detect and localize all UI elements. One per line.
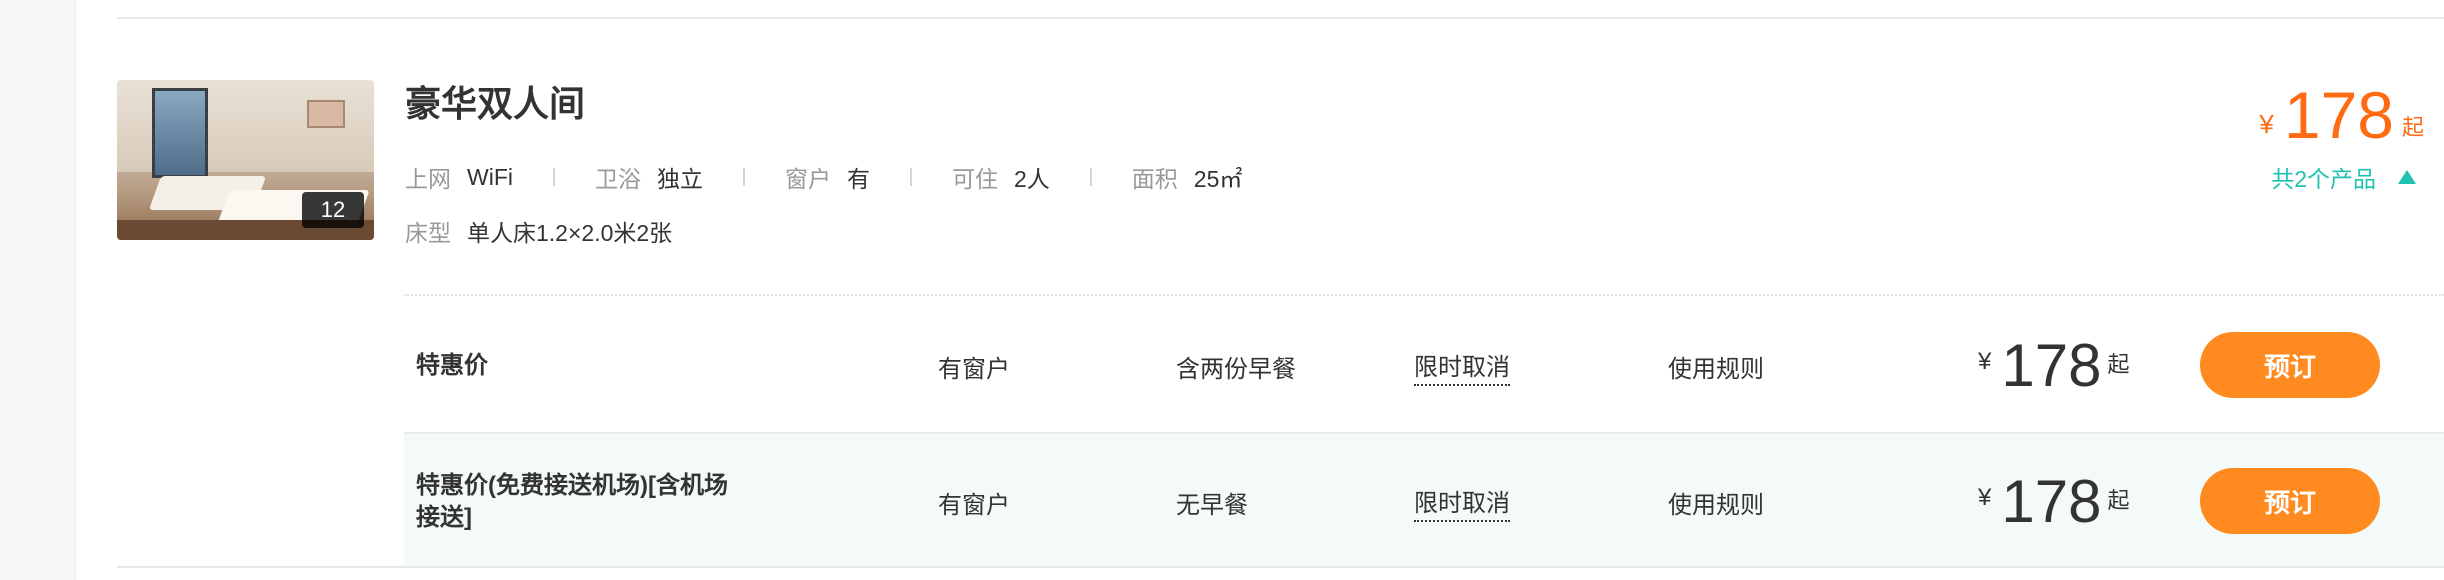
amenity-occupancy: 可住 2人 (952, 160, 1050, 194)
amenity-value: 独立 (656, 166, 703, 192)
rate-plan-name: 特惠价 (416, 352, 488, 379)
amenity-internet: 上网 WiFi (405, 160, 513, 194)
room-title: 豪华双人间 (405, 83, 586, 124)
price-suffix: 起 (2401, 115, 2424, 140)
amenity-label: 可住 (951, 166, 998, 192)
usage-rules-link[interactable]: 使用规则 (1668, 298, 1764, 434)
usage-rules-link[interactable]: 使用规则 (1668, 434, 1764, 570)
amenity-value: WiFi (467, 163, 513, 190)
amenity-label: 卫浴 (594, 166, 641, 192)
currency-symbol: ¥ (1978, 348, 1992, 375)
photo-count-badge: 12 (302, 192, 364, 228)
price-suffix: 起 (2107, 488, 2130, 513)
rate-plan-name: 特惠价(免费接送机场)[含机场 接送] (416, 434, 776, 570)
cancel-policy-label: 限时取消 (1414, 483, 1510, 522)
amenity-list: 上网 WiFi 卫浴 独立 窗户 有 可住 2人 面积 25㎡ (405, 160, 1242, 194)
divider (742, 168, 745, 186)
rate-breakfast: 含两份早餐 (1176, 355, 1296, 383)
amenity-label: 面积 (1131, 166, 1178, 192)
price-amount: 178 (2283, 78, 2394, 152)
amenity-label: 窗户 (784, 166, 831, 192)
room-photo-painting (307, 100, 345, 128)
cancel-policy-label: 限时取消 (1414, 347, 1510, 386)
rate-plan-row: 特惠价 有窗户 含两份早餐 限时取消 使用规则 ¥ 178 起 预订 (404, 298, 2444, 434)
book-button[interactable]: 预订 (2200, 332, 2380, 398)
product-count-label: 共2个产品 (2271, 166, 2376, 192)
rate-window: 有窗户 (938, 491, 1010, 519)
divider (552, 168, 555, 186)
book-button[interactable]: 预订 (2200, 468, 2380, 534)
amenity-area: 面积 25㎡ (1132, 160, 1243, 194)
rate-plan-row: 特惠价(免费接送机场)[含机场 接送] 有窗户 无早餐 限时取消 使用规则 ¥ … (404, 432, 2444, 568)
rate-plan-name-text: 特惠价(免费接送机场)[含机场 接送] (416, 472, 728, 531)
bed-type: 床型 单人床1.2×2.0米2张 (405, 214, 672, 248)
cancel-policy[interactable]: 限时取消 (1414, 298, 1510, 434)
top-divider (117, 17, 2444, 19)
amenity-label: 上网 (405, 166, 451, 192)
left-gutter (0, 0, 76, 580)
divider (1089, 168, 1092, 186)
amenity-value: 有 (846, 166, 870, 192)
price-suffix: 起 (2107, 352, 2130, 377)
amenity-value: 25㎡ (1193, 166, 1243, 192)
products-divider (404, 294, 2444, 296)
cancel-policy[interactable]: 限时取消 (1414, 434, 1510, 570)
currency-symbol: ¥ (2259, 109, 2274, 139)
bed-type-label: 床型 (405, 220, 451, 246)
rate-price: ¥ 178 起 (1978, 298, 2129, 434)
price-amount: 178 (2001, 332, 2102, 399)
bed-type-value: 单人床1.2×2.0米2张 (467, 220, 673, 246)
currency-symbol: ¥ (1978, 484, 1992, 511)
price-amount: 178 (2001, 468, 2102, 535)
room-starting-price: ¥ 178 起 (2259, 80, 2424, 150)
amenity-window: 窗户 有 (785, 160, 870, 194)
triangle-up-icon (2398, 170, 2416, 184)
room-photo[interactable]: 12 (117, 80, 374, 240)
bottom-divider (117, 566, 2444, 568)
amenity-bathroom: 卫浴 独立 (595, 160, 703, 194)
rate-window: 有窗户 (938, 355, 1010, 383)
rate-price: ¥ 178 起 (1978, 434, 2129, 570)
product-count-toggle[interactable]: 共2个产品 (2271, 160, 2416, 194)
rate-breakfast: 无早餐 (1176, 491, 1248, 519)
room-photo-window (152, 88, 208, 178)
amenity-value: 2人 (1013, 166, 1050, 192)
divider (909, 168, 912, 186)
